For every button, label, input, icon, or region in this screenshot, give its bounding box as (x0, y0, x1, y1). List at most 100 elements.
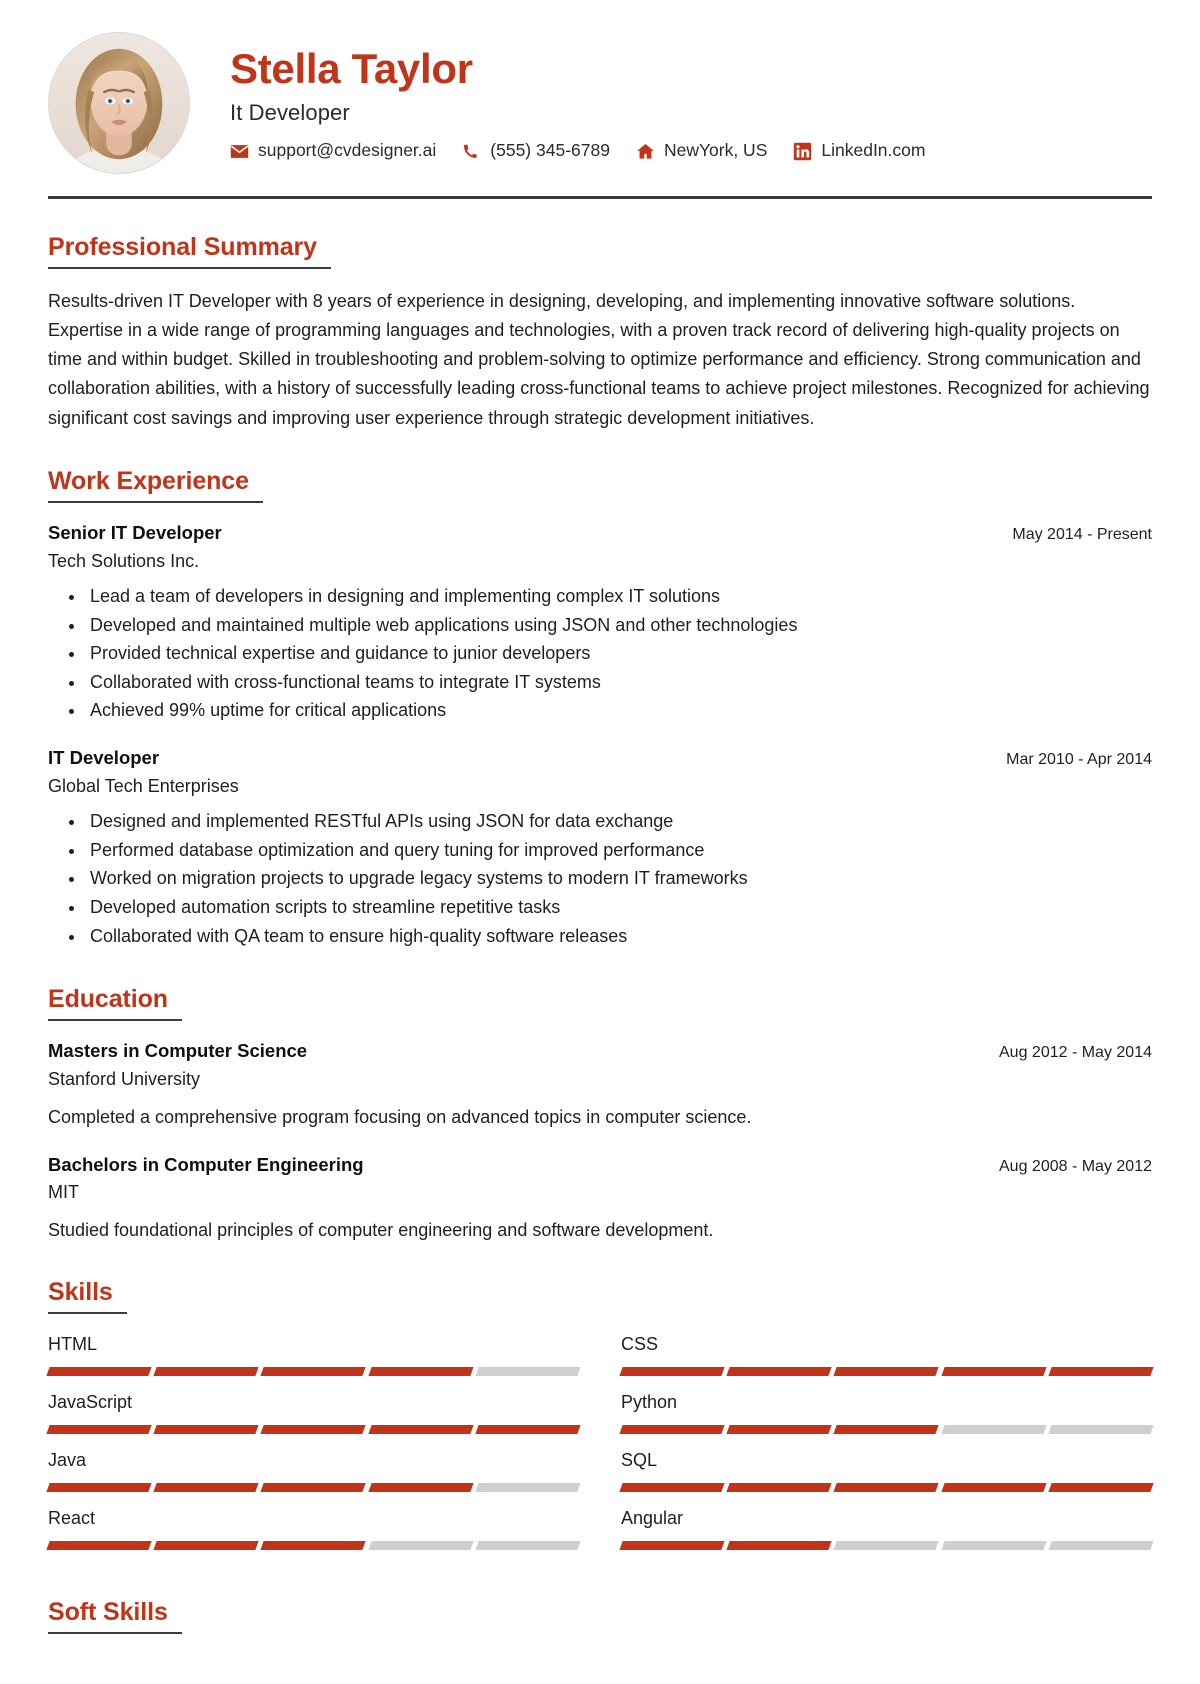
section-heading-skills: Skills (48, 1278, 127, 1314)
home-icon (636, 142, 655, 161)
skill-level-bar (619, 1541, 1154, 1551)
contact-phone-text: (555) 345-6789 (490, 140, 610, 161)
education-entry: Masters in Computer Science Aug 2012 - M… (48, 1039, 1152, 1130)
contact-phone[interactable]: (555) 345-6789 (462, 142, 610, 161)
skill-label: Python (621, 1391, 678, 1412)
list-item: Developed automation scripts to streamli… (86, 894, 1152, 921)
list-item: Developed and maintained multiple web ap… (86, 612, 1152, 639)
resume-page: Stella Taylor It Developer support@cvdes… (0, 0, 1200, 1684)
section-skills: Skills HTML CSS JavaScript Python Java SQL Rea… (46, 1244, 1154, 1565)
contact-row: support@cvdesigner.ai (555) 345-6789 New… (230, 142, 1152, 161)
skill-segment (46, 1483, 152, 1493)
skills-grid: HTML CSS JavaScript Python Java SQL React Angul… (46, 1332, 1154, 1565)
work-role: IT Developer (48, 747, 160, 769)
skill-segment (1048, 1366, 1154, 1376)
skill-item: SQL (619, 1448, 1154, 1506)
contact-email-text: support@cvdesigner.ai (258, 140, 437, 161)
skill-label: Angular (621, 1508, 684, 1529)
work-date: Mar 2010 - Apr 2014 (1006, 751, 1152, 769)
skill-segment (1048, 1483, 1154, 1493)
skill-segment (726, 1483, 833, 1493)
section-soft-skills: Soft Skills (48, 1564, 1152, 1652)
work-entry-head: IT Developer Mar 2010 - Apr 2014 (48, 746, 1152, 771)
header-text-block: Stella Taylor It Developer support@cvdes… (222, 45, 1152, 160)
education-school: MIT (48, 1182, 79, 1203)
skill-segment (726, 1541, 833, 1551)
list-item: Performed database optimization and quer… (86, 837, 1152, 864)
skill-segment (367, 1483, 474, 1493)
skill-segment (46, 1425, 152, 1435)
section-heading-education: Education (48, 985, 182, 1022)
skill-level-bar (46, 1366, 581, 1376)
skill-segment (833, 1483, 940, 1493)
section-heading-soft-skills: Soft Skills (48, 1598, 182, 1635)
skill-segment (46, 1541, 152, 1551)
skill-segment (1048, 1425, 1154, 1435)
skill-segment (1048, 1541, 1154, 1551)
education-degree: Masters in Computer Science (48, 1040, 308, 1062)
contact-location[interactable]: NewYork, US (636, 142, 767, 161)
skill-segment (260, 1425, 367, 1435)
work-bullets: Designed and implemented RESTful APIs us… (48, 808, 1152, 949)
education-degree: Bachelors in Computer Engineering (48, 1153, 364, 1175)
skill-segment (833, 1425, 940, 1435)
skill-level-bar (46, 1483, 581, 1493)
education-entry-head: Masters in Computer Science Aug 2012 - M… (48, 1039, 1152, 1064)
list-item: Designed and implemented RESTful APIs us… (86, 808, 1152, 835)
skill-segment (153, 1425, 260, 1435)
skill-segment (260, 1483, 367, 1493)
skill-segment (726, 1425, 833, 1435)
skill-level-bar (619, 1425, 1154, 1435)
resume-header: Stella Taylor It Developer support@cvdes… (48, 0, 1152, 192)
skill-segment (619, 1483, 725, 1493)
avatar (48, 32, 190, 174)
education-date: Aug 2008 - May 2012 (999, 1157, 1152, 1175)
section-professional-summary: Professional Summary Results-driven IT D… (48, 199, 1152, 433)
linkedin-icon (793, 142, 812, 161)
education-school: Stanford University (48, 1069, 201, 1090)
work-date: May 2014 - Present (1012, 525, 1152, 543)
contact-email[interactable]: support@cvdesigner.ai (230, 142, 436, 161)
work-entry: IT Developer Mar 2010 - Apr 2014 Global … (48, 746, 1152, 949)
skill-level-bar (46, 1425, 581, 1435)
skill-segment (726, 1366, 833, 1376)
contact-linkedin[interactable]: LinkedIn.com (793, 142, 925, 161)
contact-linkedin-text: LinkedIn.com (821, 140, 926, 161)
skill-item: React (46, 1506, 581, 1564)
skill-level-bar (619, 1366, 1154, 1376)
skill-segment (367, 1425, 474, 1435)
skill-segment (46, 1366, 152, 1376)
education-entry-head: Bachelors in Computer Engineering Aug 20… (48, 1153, 1152, 1178)
work-bullets: Lead a team of developers in designing a… (48, 583, 1152, 724)
work-entry-head: Senior IT Developer May 2014 - Present (48, 521, 1152, 546)
skill-segment (153, 1541, 260, 1551)
skill-item: CSS (619, 1332, 1154, 1390)
phone-icon (462, 142, 481, 161)
page-title: Stella Taylor (230, 45, 473, 93)
skill-segment (833, 1366, 940, 1376)
skill-item: JavaScript (46, 1390, 581, 1448)
skill-segment (260, 1366, 367, 1376)
skill-label: HTML (48, 1333, 97, 1354)
skill-segment (940, 1483, 1047, 1493)
work-role: Senior IT Developer (48, 521, 222, 543)
skill-segment (367, 1541, 474, 1551)
education-description: Completed a comprehensive program focusi… (48, 1106, 752, 1127)
skill-segment (475, 1541, 581, 1551)
skill-segment (940, 1366, 1047, 1376)
skill-segment (475, 1366, 581, 1376)
skill-segment (260, 1541, 367, 1551)
skill-level-bar (46, 1541, 581, 1551)
skill-label: SQL (621, 1450, 658, 1471)
education-description: Studied foundational principles of compu… (48, 1219, 714, 1240)
education-date: Aug 2012 - May 2014 (999, 1044, 1152, 1062)
skill-segment (367, 1366, 474, 1376)
skill-segment (940, 1541, 1047, 1551)
work-org: Tech Solutions Inc. (48, 550, 200, 571)
list-item: Collaborated with QA team to ensure high… (86, 923, 1152, 950)
skill-item: HTML (46, 1332, 581, 1390)
list-item: Provided technical expertise and guidanc… (86, 640, 1152, 667)
skill-segment (153, 1483, 260, 1493)
list-item: Lead a team of developers in designing a… (86, 583, 1152, 610)
skill-segment (475, 1425, 581, 1435)
